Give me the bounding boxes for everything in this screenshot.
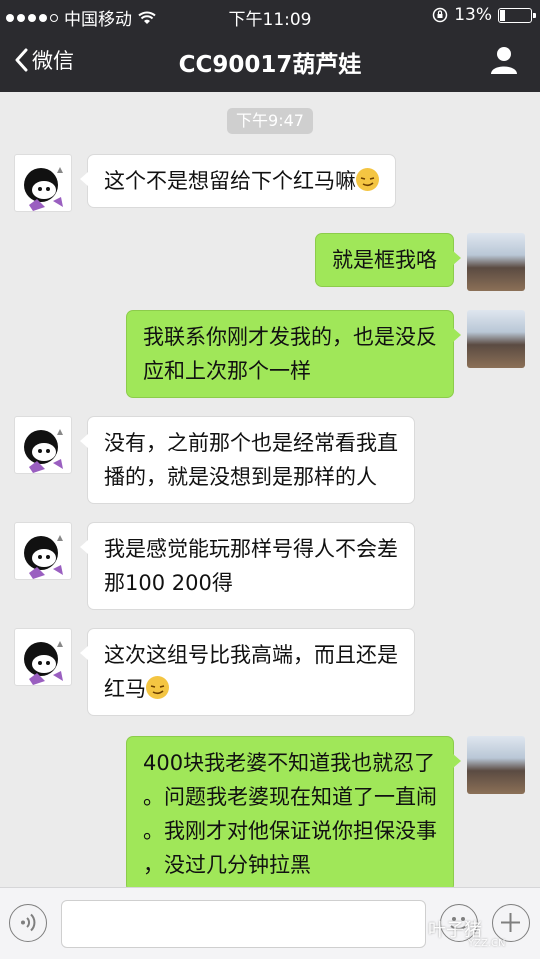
message-text-line: 那100 200得 — [104, 571, 233, 595]
rotation-lock-icon — [432, 7, 448, 23]
message-text-line: 400块我老婆不知道我也就忍了 — [143, 751, 436, 775]
contact-avatar[interactable] — [14, 628, 72, 686]
message-incoming: 这次这组号比我高端，而且还是 红马 — [0, 628, 540, 718]
message-text-line: 播的，就是没想到是那样的人 — [104, 465, 377, 489]
message-outgoing: 就是框我咯 — [0, 233, 540, 295]
message-text: 这个不是想留给下个红马嘛 — [104, 169, 356, 193]
message-text-line: 我联系你刚才发我的，也是没反 — [143, 325, 437, 349]
plus-icon — [501, 913, 520, 932]
navigation-bar: 微信 CC90017葫芦娃 — [0, 30, 540, 92]
message-text-line: 我是感觉能玩那样号得人不会差 — [104, 537, 398, 561]
battery-icon — [498, 7, 536, 23]
smirk-emoji-icon — [146, 676, 169, 699]
message-bubble[interactable]: 我是感觉能玩那样号得人不会差 那100 200得 — [80, 522, 415, 610]
message-incoming: 这个不是想留给下个红马嘛 — [0, 154, 540, 216]
message-text-line: 。问题我老婆现在知道了一直闹 — [143, 785, 437, 809]
contact-avatar[interactable] — [14, 522, 72, 580]
message-text-line: 应和上次那个一样 — [143, 359, 311, 383]
message-bubble[interactable]: 这个不是想留给下个红马嘛 — [80, 154, 396, 208]
battery-percentage: 13% — [454, 5, 492, 25]
message-bubble[interactable]: 就是框我咯 — [315, 233, 461, 287]
chat-title: CC90017葫芦娃 — [178, 52, 362, 78]
smirk-emoji-icon — [356, 168, 379, 191]
message-text-line: 没有，之前那个也是经常看我直 — [104, 431, 398, 455]
message-text: 就是框我咯 — [332, 248, 437, 272]
message-text-line: 红马 — [104, 677, 146, 701]
time-separator: 下午9:47 — [227, 108, 313, 134]
my-avatar[interactable] — [467, 310, 525, 368]
message-text-line: 。我刚才对他保证说你担保没事 — [143, 819, 437, 843]
watermark-url: YZZ.CN — [468, 938, 506, 949]
message-input[interactable] — [61, 900, 426, 948]
message-bubble[interactable]: 400块我老婆不知道我也就忍了 。问题我老婆现在知道了一直闹 。我刚才对他保证说… — [126, 736, 461, 892]
status-bar: 中国移动 下午11:09 13% — [0, 0, 540, 30]
voice-icon — [21, 913, 36, 932]
message-text-line: 这次这组号比我高端，而且还是 — [104, 643, 398, 667]
message-incoming: 我是感觉能玩那样号得人不会差 那100 200得 — [0, 522, 540, 612]
message-incoming: 没有，之前那个也是经常看我直 播的，就是没想到是那样的人 — [0, 416, 540, 506]
message-text-line: ，没过几分钟拉黑 — [143, 853, 311, 877]
contact-avatar[interactable] — [14, 154, 72, 212]
my-avatar[interactable] — [467, 736, 525, 794]
more-options-button[interactable] — [492, 904, 530, 942]
contact-avatar[interactable] — [14, 416, 72, 474]
chat-area[interactable]: 下午9:47 这个不是想留给下个红马嘛 就是框我咯 我联系你刚才发我的，也是没反 — [0, 92, 540, 892]
message-bubble[interactable]: 这次这组号比我高端，而且还是 红马 — [80, 628, 415, 716]
status-right: 13% — [432, 5, 536, 25]
voice-input-button[interactable] — [9, 904, 47, 942]
my-avatar[interactable] — [467, 233, 525, 291]
message-outgoing: 400块我老婆不知道我也就忍了 。问题我老婆现在知道了一直闹 。我刚才对他保证说… — [0, 736, 540, 892]
message-bubble[interactable]: 我联系你刚才发我的，也是没反 应和上次那个一样 — [126, 310, 461, 398]
message-outgoing: 我联系你刚才发我的，也是没反 应和上次那个一样 — [0, 310, 540, 400]
message-bubble[interactable]: 没有，之前那个也是经常看我直 播的，就是没想到是那样的人 — [80, 416, 415, 504]
profile-icon[interactable] — [488, 44, 520, 76]
